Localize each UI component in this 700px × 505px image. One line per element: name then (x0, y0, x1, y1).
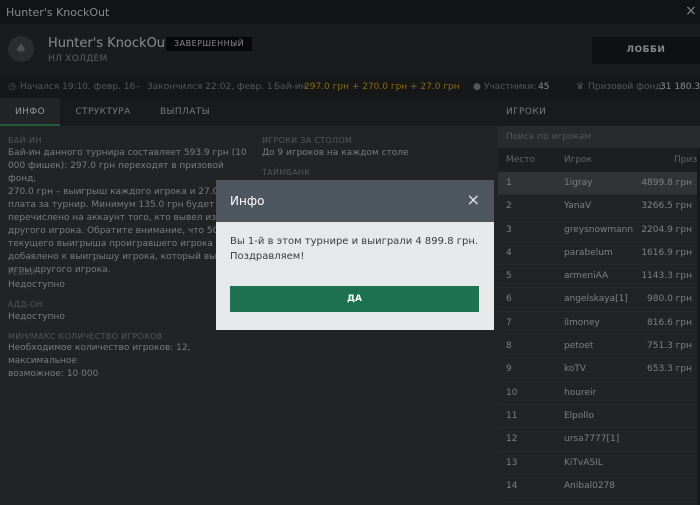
dialog-message-line: Вы 1-й в этом турнире и выиграли 4 899.8… (230, 236, 479, 247)
ok-button[interactable]: ДА (230, 286, 479, 312)
dialog-message: Вы 1-й в этом турнире и выиграли 4 899.8… (230, 234, 484, 264)
dialog-title: Инфо (230, 194, 265, 208)
info-dialog: Инфо × Вы 1-й в этом турнире и выиграли … (216, 180, 494, 330)
dialog-message-line: Поздравляем! (230, 251, 305, 262)
dialog-close-icon[interactable]: × (467, 190, 480, 209)
dialog-header: Инфо × (216, 180, 494, 222)
